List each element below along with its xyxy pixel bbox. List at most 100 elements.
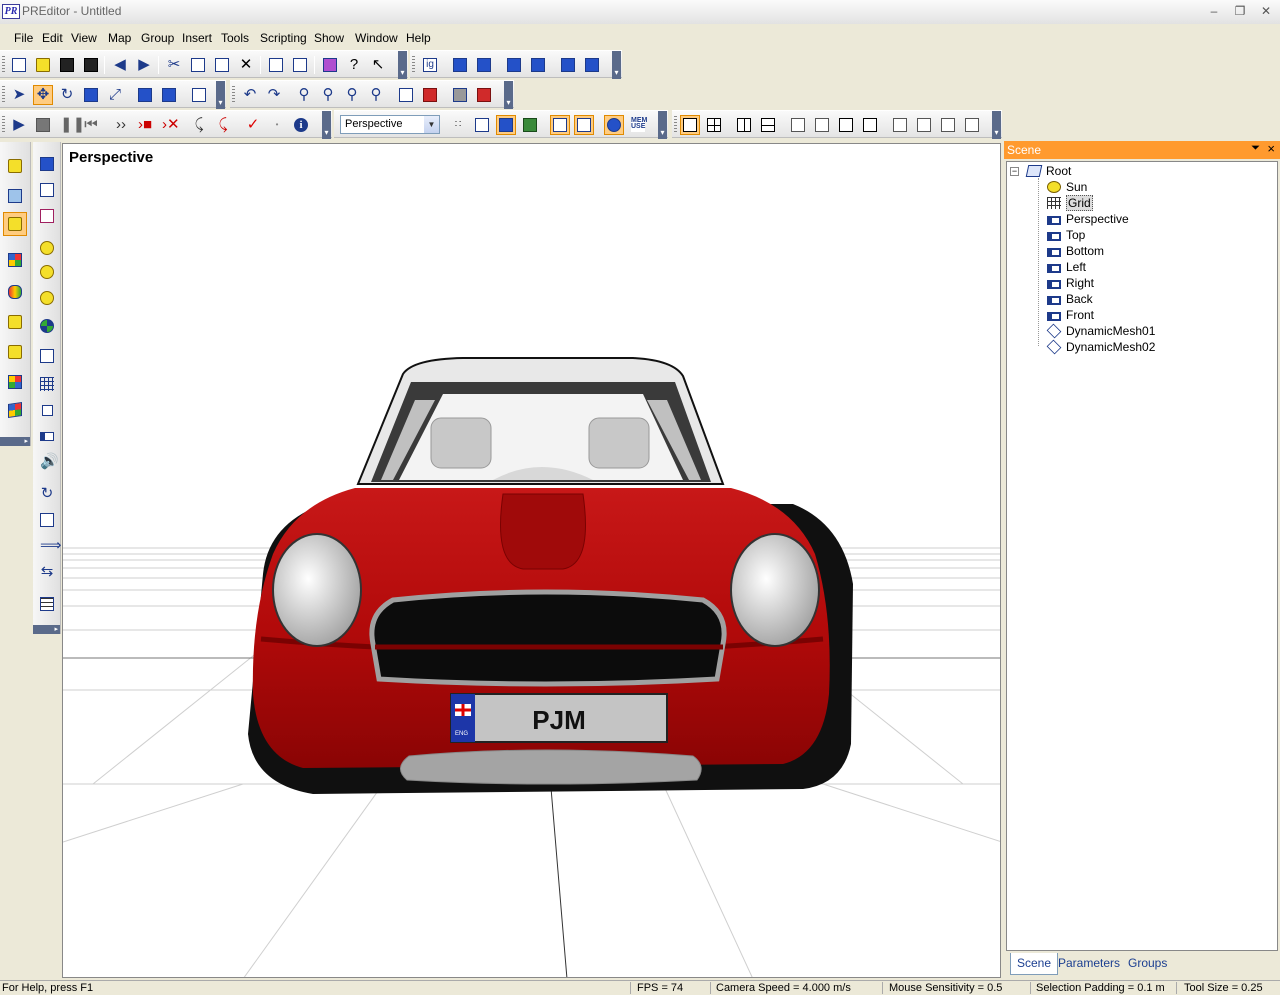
toolbar-overflow[interactable]: ▾ <box>322 111 331 139</box>
toolbar-overflow[interactable]: ▾ <box>992 111 1001 139</box>
layout-3b-button[interactable] <box>812 115 832 135</box>
toolbar-grip[interactable] <box>2 86 5 104</box>
help-topics-button[interactable]: ? <box>344 55 364 75</box>
insert-mesh-button[interactable] <box>35 178 59 202</box>
object-palette-2-button[interactable] <box>3 184 27 208</box>
ig-button[interactable]: ig <box>420 55 440 75</box>
zoom-in-button[interactable]: ⚲ <box>294 85 314 105</box>
small-dot-button[interactable]: • <box>267 115 287 135</box>
detach-button[interactable] <box>528 55 548 75</box>
play-button[interactable]: ▶ <box>9 115 29 135</box>
insert-light-button[interactable] <box>35 236 59 260</box>
toolbar-overflow[interactable]: ▾ <box>612 51 621 79</box>
sound-mute-button[interactable]: ›✕ <box>159 115 180 135</box>
normals-button[interactable] <box>574 115 594 135</box>
tree-node-left[interactable]: Left <box>1047 259 1086 275</box>
info-button[interactable]: i <box>291 115 311 135</box>
zoom-selected-button[interactable]: ⚲ <box>366 85 386 105</box>
render-button[interactable] <box>474 85 494 105</box>
viewport-perspective[interactable]: ENG PJM Perspective <box>62 143 1001 978</box>
scene-tree[interactable]: − Root Sun Grid Perspective Top Bottom L… <box>1006 161 1278 951</box>
move-tool-button[interactable]: ✥ <box>33 85 53 105</box>
stretch-tool-button[interactable]: ⤢ <box>105 85 125 105</box>
palette-4-button[interactable] <box>3 310 27 334</box>
sound-play-button[interactable]: ›› <box>111 115 131 135</box>
menu-window[interactable]: Window <box>355 31 398 45</box>
layout-3c-button[interactable] <box>836 115 856 135</box>
insert-plane-button[interactable] <box>35 398 59 422</box>
record-button[interactable]: ✓ <box>243 115 263 135</box>
windows-button[interactable] <box>3 248 27 272</box>
tab-parameters[interactable]: Parameters <box>1052 953 1126 975</box>
unlink-button[interactable] <box>582 55 602 75</box>
toolbar-overflow[interactable]: ▾ <box>216 81 225 109</box>
layout-4b-button[interactable] <box>914 115 934 135</box>
tree-node-dynamicmesh02[interactable]: DynamicMesh02 <box>1046 339 1155 355</box>
solid-button[interactable] <box>496 115 516 135</box>
menu-view[interactable]: View <box>71 31 97 45</box>
cut-button[interactable]: ✂ <box>164 55 184 75</box>
view-mode-select[interactable]: Perspective ▼ <box>340 115 440 134</box>
zoom-region-button[interactable] <box>420 85 440 105</box>
mem-use-button[interactable]: MEM USE <box>628 115 648 135</box>
undo-button[interactable]: ↶ <box>240 85 260 105</box>
pin-icon[interactable]: ⏷ <box>1251 142 1260 155</box>
toolbar-overflow[interactable]: ▸ <box>0 437 30 446</box>
layout-quad-button[interactable] <box>704 115 724 135</box>
tree-node-perspective[interactable]: Perspective <box>1047 211 1129 227</box>
tree-node-top[interactable]: Top <box>1047 227 1085 243</box>
save-button[interactable] <box>57 55 77 75</box>
sound-stop-button[interactable]: ›■ <box>135 115 155 135</box>
zoom-extents-button[interactable] <box>396 85 416 105</box>
toolbar-overflow[interactable]: ▾ <box>398 51 407 79</box>
layout-hsplit-button[interactable] <box>758 115 778 135</box>
toolbar-grip[interactable] <box>2 56 5 74</box>
camera-view-button[interactable] <box>604 115 624 135</box>
zoom-all-button[interactable]: ⚲ <box>342 85 362 105</box>
points-button[interactable]: ∷ <box>448 115 468 135</box>
toolbar-grip[interactable] <box>412 56 415 74</box>
tree-node-front[interactable]: Front <box>1047 307 1094 323</box>
insert-globe-button[interactable] <box>35 314 59 338</box>
toolbar-overflow[interactable]: ▸ <box>33 625 60 634</box>
tab-groups[interactable]: Groups <box>1122 953 1173 975</box>
tree-node-dynamicmesh01[interactable]: DynamicMesh01 <box>1046 323 1155 339</box>
zoom-out-button[interactable]: ⚲ <box>318 85 338 105</box>
insert-key-button[interactable]: ↻ <box>35 482 59 506</box>
rewind-button[interactable]: ⏮ <box>81 115 101 135</box>
antenna-stop-button[interactable]: ⤹ <box>213 115 233 135</box>
minimize-button[interactable]: ‒ <box>1204 3 1224 19</box>
toolbar-grip[interactable] <box>2 116 5 134</box>
properties-button[interactable] <box>266 55 286 75</box>
palette-5-button[interactable] <box>3 340 27 364</box>
menu-help[interactable]: Help <box>406 31 431 45</box>
toolbar-grip[interactable] <box>232 86 235 104</box>
stop-button[interactable] <box>33 115 53 135</box>
copy-button[interactable] <box>188 55 208 75</box>
antenna-button[interactable]: ⤹ <box>189 115 209 135</box>
rings-button[interactable] <box>3 280 27 304</box>
redo-button[interactable]: ↷ <box>264 85 284 105</box>
restore-button[interactable]: ❐ <box>1230 3 1250 19</box>
close-icon[interactable]: × <box>1267 141 1275 156</box>
insert-camera-button[interactable] <box>35 424 59 448</box>
tree-node-grid[interactable]: Grid <box>1047 195 1093 211</box>
insert-spring-button[interactable]: ⇆ <box>35 560 59 584</box>
tree-node-right[interactable]: Right <box>1047 275 1094 291</box>
tree-node-sun[interactable]: Sun <box>1047 179 1087 195</box>
insert-sun-button[interactable] <box>35 260 59 284</box>
rotate-tool-button[interactable]: ↻ <box>57 85 77 105</box>
menu-edit[interactable]: Edit <box>42 31 63 45</box>
insert-grid-button[interactable] <box>35 372 59 396</box>
select-tool-button[interactable]: ➤ <box>9 85 29 105</box>
delete-button[interactable]: ✕ <box>236 55 256 75</box>
menu-file[interactable]: File <box>14 31 33 45</box>
tree-node-root[interactable]: Root <box>1025 163 1071 179</box>
wireframe-button[interactable] <box>472 115 492 135</box>
camera-button[interactable] <box>450 85 470 105</box>
layout-vsplit-button[interactable] <box>734 115 754 135</box>
insert-object-button[interactable] <box>35 204 59 228</box>
menu-map[interactable]: Map <box>108 31 131 45</box>
layout-3a-button[interactable] <box>788 115 808 135</box>
insert-spot-button[interactable] <box>35 286 59 310</box>
